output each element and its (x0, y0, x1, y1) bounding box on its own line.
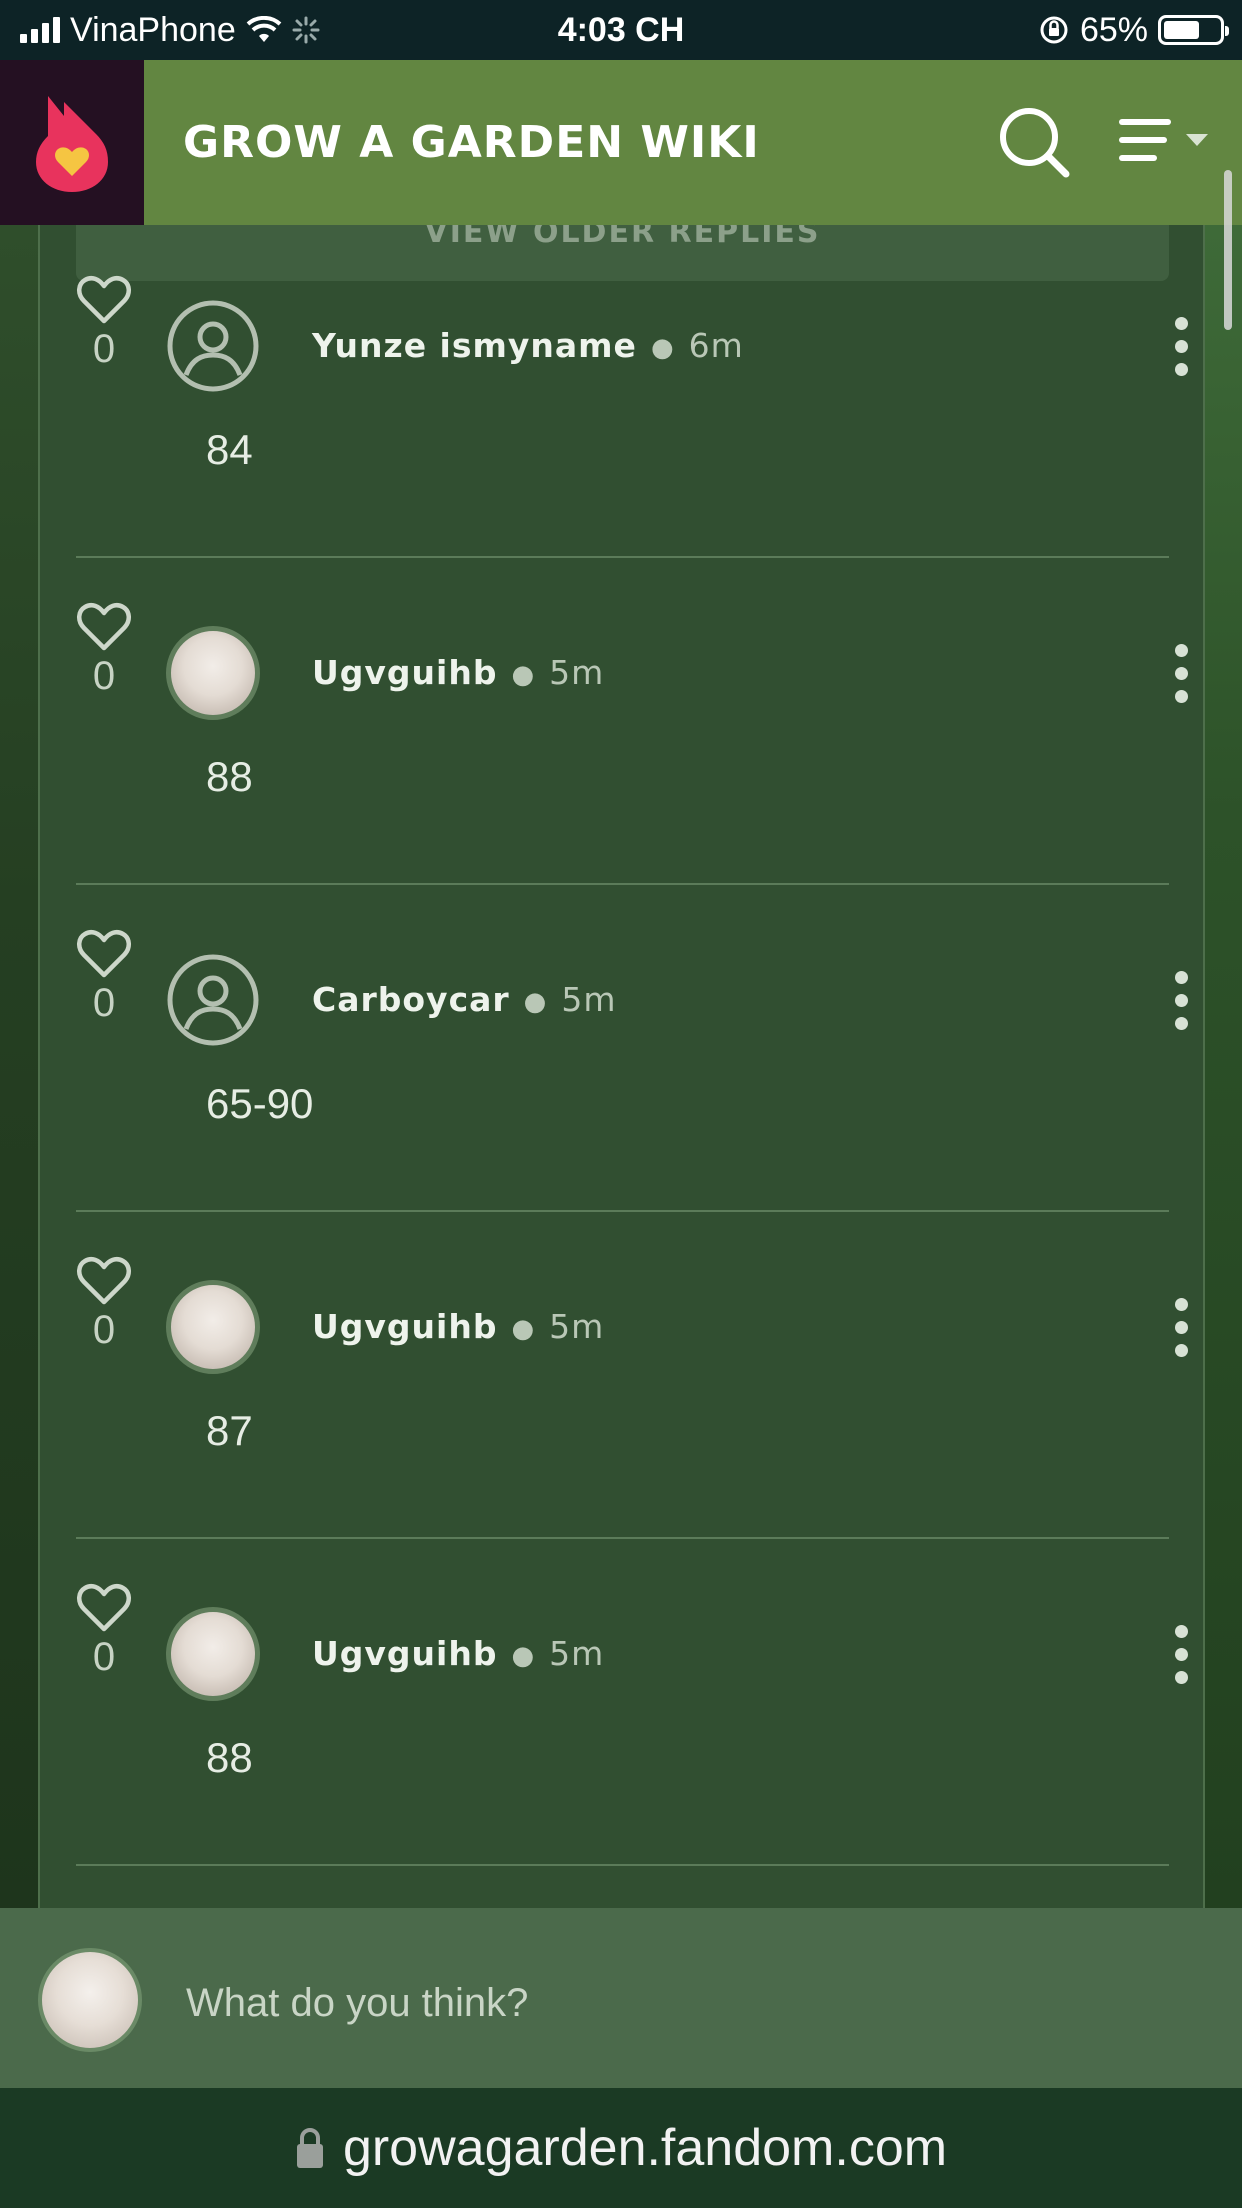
more-options-icon[interactable] (1162, 1623, 1202, 1687)
reply-bar (0, 1908, 1242, 2088)
default-avatar-icon[interactable] (166, 953, 260, 1047)
more-options-icon[interactable] (1162, 1296, 1202, 1360)
like-count: 0 (92, 327, 116, 371)
lock-icon (296, 2128, 323, 2168)
comment-timestamp: 6m (688, 326, 744, 365)
background-scenery-left (0, 225, 38, 1908)
heart-icon[interactable] (76, 929, 132, 979)
comment-username[interactable]: Ugvguihb (312, 1634, 497, 1673)
comment-username[interactable]: Ugvguihb (312, 653, 497, 692)
battery-icon (1158, 15, 1229, 45)
url-text: growagarden.fandom.com (342, 2119, 948, 2177)
separator-dot: ● (523, 986, 548, 1017)
more-options-icon[interactable] (1162, 315, 1202, 379)
comment-meta: Ugvguihb ● 5m (312, 648, 604, 698)
url-bar[interactable]: growagarden.fandom.com (0, 2088, 1242, 2208)
heart-icon[interactable] (76, 1583, 132, 1633)
comment-body: 88 (206, 753, 253, 800)
separator-dot: ● (511, 1640, 536, 1671)
wiki-header: GROW A GARDEN WIKI (0, 60, 1242, 225)
wiki-title[interactable]: GROW A GARDEN WIKI (183, 60, 760, 225)
comment-meta: Ugvguihb ● 5m (312, 1629, 604, 1679)
comment-timestamp: 5m (549, 1307, 605, 1346)
status-bar: VinaPhone 4:03 CH 65% (0, 0, 1242, 60)
fandom-logo[interactable] (0, 60, 144, 225)
comments-panel: VIEW OLDER REPLIES 0 Yunze ismyname ● 6m 84 0… (38, 225, 1205, 1908)
comment-item: 0 Carboycar ● 5m 65-90 (76, 885, 1188, 1212)
like-count: 0 (92, 1635, 116, 1679)
background-scenery-right (1205, 225, 1242, 1908)
rotation-lock-icon (1040, 16, 1068, 44)
menu-icon[interactable] (1118, 116, 1218, 172)
current-user-avatar (38, 1948, 142, 2052)
status-right: 65% (1038, 8, 1229, 52)
comment-item: 0 Ugvguihb ● 5m 88 (76, 558, 1188, 885)
comment-timestamp: 5m (549, 653, 605, 692)
default-avatar-icon[interactable] (166, 299, 260, 393)
comment-username[interactable]: Carboycar (312, 980, 510, 1019)
comment-timestamp: 5m (549, 1634, 605, 1673)
separator-dot: ● (511, 1313, 536, 1344)
comment-meta: Ugvguihb ● 5m (312, 1302, 604, 1352)
comment-divider (76, 1864, 1169, 1866)
comment-username[interactable]: Ugvguihb (312, 1307, 497, 1346)
comment-item: 0 Ugvguihb ● 5m 87 (76, 1212, 1188, 1539)
search-icon[interactable] (996, 104, 1072, 180)
like-count: 0 (92, 1308, 116, 1352)
separator-dot: ● (511, 659, 536, 690)
comment-item: 0 Yunze ismyname ● 6m 84 (76, 231, 1188, 558)
comment-body: 65-90 (206, 1080, 314, 1127)
user-avatar[interactable] (166, 1607, 260, 1701)
comment-body: 84 (206, 426, 253, 473)
user-avatar[interactable] (166, 1280, 260, 1374)
user-avatar[interactable] (166, 626, 260, 720)
comment-body: 87 (206, 1407, 253, 1454)
more-options-icon[interactable] (1162, 642, 1202, 706)
fandom-flame-icon (36, 95, 108, 192)
separator-dot: ● (650, 332, 675, 363)
comment-meta: Yunze ismyname ● 6m (312, 321, 744, 371)
more-options-icon[interactable] (1162, 969, 1202, 1033)
comment-body: 88 (206, 1734, 253, 1781)
comment-username[interactable]: Yunze ismyname (312, 326, 637, 365)
scrollbar[interactable] (1224, 170, 1232, 330)
like-count: 0 (92, 981, 116, 1025)
heart-icon[interactable] (76, 602, 132, 652)
battery-percent: 65% (1079, 10, 1148, 49)
comment-item: 0 Ugvguihb ● 5m 88 (76, 1539, 1188, 1866)
like-count: 0 (92, 654, 116, 698)
heart-icon[interactable] (76, 275, 132, 325)
comment-timestamp: 5m (561, 980, 617, 1019)
comment-meta: Carboycar ● 5m (312, 975, 617, 1025)
reply-input[interactable] (186, 1958, 1186, 2048)
heart-icon[interactable] (76, 1256, 132, 1306)
